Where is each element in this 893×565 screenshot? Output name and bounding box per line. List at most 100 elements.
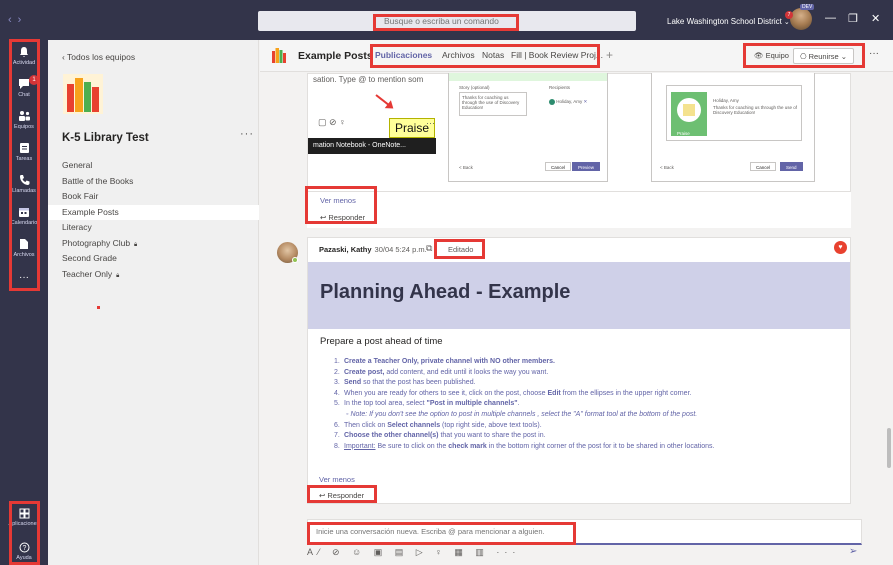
back-to-teams[interactable]: ‹ Todos los equipos [62,52,135,62]
embedded-screenshot-2: Praise Holiday, Amy Thanks for coaching … [651,73,815,182]
channel-item[interactable]: Example Posts [48,204,259,220]
lock-icon: 🔒︎ [134,241,138,248]
team-name: K-5 Library Test [62,132,149,144]
step-item: 8. Important: Be sure to click on the che… [334,442,715,450]
org-switcher[interactable]: Lake Washington School District ⌄ [667,17,790,26]
rail-apps[interactable]: Aplicaciones [0,508,48,527]
screenshot-recipient: Holiday, Amy ✕ [549,99,587,105]
rail-chat[interactable]: 1 Chat [0,75,48,98]
avatar[interactable]: 7 DEV [785,4,815,30]
tab-notes[interactable]: Notas [482,50,504,60]
meet-button[interactable]: ⎔ Reunirse ⌄ [793,48,855,64]
channel-item[interactable]: Second Grade [48,251,259,267]
lock-icon: 🔒︎ [116,272,120,279]
header-more-options[interactable]: ··· [869,46,879,62]
compose-box[interactable] [307,519,862,545]
post-time: 30/04 5:24 p.m. [374,245,427,254]
compose-input[interactable] [308,520,861,543]
recipient-icon [549,99,555,105]
scrollbar-thumb[interactable] [887,428,891,468]
search-input[interactable] [258,11,636,31]
praise-card: Praise Holiday, Amy Thanks for coaching … [666,85,802,141]
team-more-options[interactable]: ··· [240,128,254,140]
step-item: 7. Choose the other channel(s) that you w… [334,432,546,440]
praise-badge-icon [671,92,707,136]
chevron-down-icon: ⌄ [783,19,790,26]
screenshot-text: Holiday, Amy [713,98,739,103]
channel-label: Second Grade [62,253,117,263]
screenshot-header [449,73,607,81]
channel-header: Example Posts Publicaciones Archivos Not… [260,40,893,72]
send-icon[interactable]: ➢ [849,546,857,557]
step-item: 1. Create a Teacher Only, private channel… [334,358,555,365]
close-button[interactable]: ✕ [871,12,880,25]
red-arrow [375,94,391,107]
see-less-link[interactable]: Ver menos [319,475,355,484]
screenshot-text: < Back [660,165,674,170]
step-item: 5. In the top tool area, select "Post in … [334,400,520,408]
conversation-feed[interactable]: Story (optional) Thanks for coaching us … [260,73,886,518]
rail-calendar[interactable]: Calendario [0,206,48,226]
reply-button[interactable]: ↩ Responder [319,491,364,500]
rail-teams[interactable]: Equipos [0,110,48,130]
rail-calls[interactable]: Llamadas [0,174,48,194]
help-icon: ? [19,542,29,553]
step-note: ◦ Note: If you don't see the option to p… [346,410,698,418]
files-icon [20,239,28,249]
chevron-down-icon: ⌄ [838,52,848,61]
team-button[interactable]: 👁 Equipo [754,48,789,64]
teams-pane: ‹ Todos los equipos K-5 Library Test ···… [48,40,259,565]
channel-item[interactable]: Literacy [48,220,259,236]
channel-label: Photography Club [62,237,131,248]
channel-item[interactable]: General [48,158,259,174]
channel-item[interactable]: Book Fair [48,189,259,205]
apps-icon [19,508,29,519]
rail-help[interactable]: ? Ayuda [0,542,48,561]
tab-files[interactable]: Archivos [442,50,475,60]
author-name[interactable]: Pazaski, Kathy [319,245,372,254]
reply-button[interactable]: ↩ Responder [320,213,365,222]
chat-badge: 1 [29,75,39,85]
channel-title: Example Posts [298,50,373,62]
onenote-strip: mation Notebook - OneNote... [308,138,436,154]
channel-item[interactable]: Photography Club 🔒︎ [48,236,259,252]
maximize-button[interactable]: ❐ [848,12,858,25]
post-meta: Pazaski, Kathy 30/04 5:24 p.m. [319,245,427,254]
video-icon: ⎔ [800,52,809,61]
toolbar-icons: ▢ ⊘ ♀ [318,117,346,127]
tab-posts[interactable]: Publicaciones [375,50,433,67]
compose-toolbar[interactable]: A⁄ ⊘ ☺ ▣ ▤ ▷ ♀ ▦ ▥ ··· [307,547,520,558]
avatar-badge: DEV [800,4,815,10]
search-box[interactable] [258,11,636,31]
multi-channel-icon: ⧉ [426,243,433,253]
rail-files[interactable]: Archivos [0,238,48,258]
rail-more[interactable]: ··· [0,272,48,283]
phone-icon [19,175,29,185]
minimize-button[interactable]: — [825,12,836,24]
rail-activity[interactable]: Actividad [0,46,48,66]
svg-text:?: ? [22,545,26,552]
screenshot-cancel: Cancel [750,162,777,171]
banner-title: Planning Ahead - Example [320,281,571,303]
step-item: 3. Send so that the post has been publish… [334,379,476,387]
rail-assignments[interactable]: Tareas [0,142,48,162]
author-avatar[interactable] [277,242,298,263]
add-tab-button[interactable]: + [606,48,613,62]
bell-icon [20,47,28,57]
channel-label: General [62,160,93,170]
channel-item[interactable]: Battle of the Books [48,174,259,190]
channel-item[interactable]: Teacher Only 🔒︎ [48,267,259,283]
channel-logo [272,48,286,63]
channel-label: Battle of the Books [62,175,134,186]
tab-book-review[interactable]: Fill | Book Review Proj... [511,50,603,60]
eye-icon: 👁 [754,51,766,60]
calendar-icon [19,208,29,217]
reaction-icon[interactable]: ♥ [834,241,847,254]
nav-arrows[interactable]: ‹› [8,14,27,26]
see-less-link[interactable]: Ver menos [320,196,356,205]
scrollbar[interactable] [886,73,893,518]
step-item: 4. When you are ready for others to see i… [334,389,692,397]
assignments-icon [19,143,29,153]
title-bar: ‹› Lake Washington School District⌄ 7 DE… [0,0,893,40]
team-logo [63,74,103,114]
